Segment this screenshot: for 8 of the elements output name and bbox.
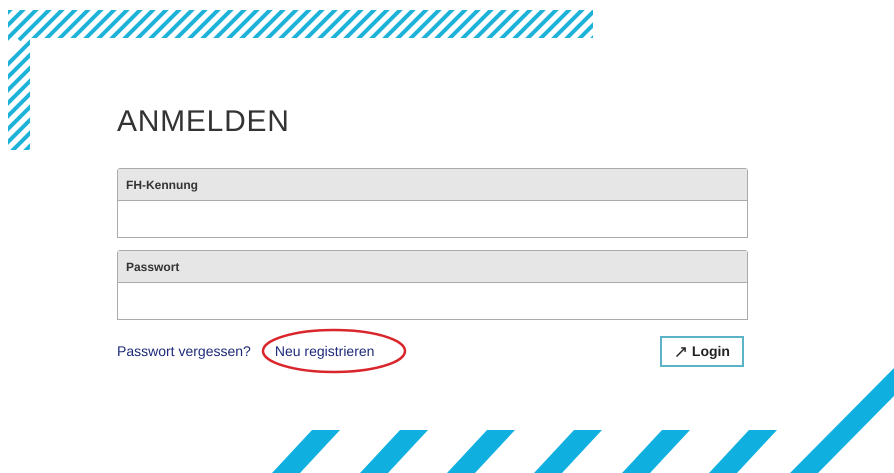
field-label: FH-Kennung: [126, 176, 198, 194]
text-link[interactable]: Passwort vergessen?: [117, 342, 251, 358]
login-button[interactable]: Login: [660, 336, 744, 367]
field-label: Passwort: [126, 258, 180, 276]
form-field[interactable]: Passwort: [117, 250, 748, 320]
page-title: ANMELDEN: [117, 104, 291, 140]
arrow-icon: [674, 344, 688, 358]
form-field[interactable]: FH-Kennung: [117, 168, 748, 238]
